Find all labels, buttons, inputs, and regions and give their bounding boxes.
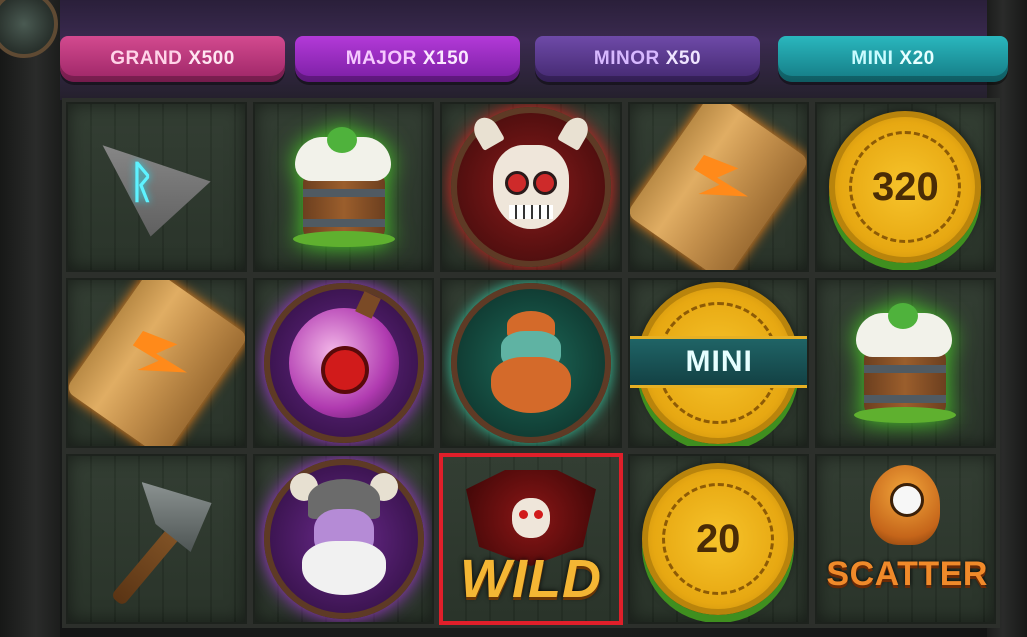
rune-stone-icon: ᚱ xyxy=(102,145,211,237)
reel-cell-r1c2[interactable] xyxy=(253,102,435,272)
jackpot-major-name: MAJOR xyxy=(345,48,417,69)
reel-cell-r2c1[interactable] xyxy=(66,278,248,448)
jackpot-minor: MINOR X50 xyxy=(535,36,760,82)
reel-cell-r3c5[interactable]: SCATTER xyxy=(814,454,996,624)
skull-warrior-icon xyxy=(450,107,611,267)
jackpot-minor-name: MINOR xyxy=(593,48,660,69)
wild-label: WILD xyxy=(460,549,602,609)
jackpot-major: MAJOR X150 xyxy=(295,36,520,82)
reel-cell-r3c2[interactable] xyxy=(253,454,435,624)
reel-cell-r3c1[interactable] xyxy=(66,454,248,624)
rune-glyph-icon: ᚱ xyxy=(128,158,155,207)
jackpot-mini: MINI X20 xyxy=(778,36,1008,82)
reel-cell-r1c1[interactable]: ᚱ xyxy=(66,102,248,272)
reel-cell-r1c3[interactable] xyxy=(440,102,622,272)
scatter-icon: SCATTER xyxy=(826,459,987,619)
reel-cell-r3c4[interactable]: 20 xyxy=(627,454,809,624)
coin-value: 320 xyxy=(872,164,939,209)
reel-cell-r3c3[interactable]: WILD xyxy=(440,454,622,624)
slot-game: GRAND X500 MAJOR X150 MINOR X50 MINI X20… xyxy=(0,0,1027,637)
ale-mug-icon xyxy=(289,127,399,247)
wild-icon: WILD xyxy=(456,464,606,614)
reel-cell-r2c4[interactable]: MINI xyxy=(627,278,809,448)
ale-mug-icon xyxy=(850,303,960,423)
axe-icon xyxy=(92,474,222,607)
jackpot-bar: GRAND X500 MAJOR X150 MINOR X50 MINI X20 xyxy=(60,36,1010,86)
jackpot-grand-name: GRAND xyxy=(110,48,183,69)
mini-coin-icon: MINI xyxy=(629,282,807,444)
reel-cell-r2c3[interactable] xyxy=(440,278,622,448)
jackpot-grand-multiplier: X500 xyxy=(188,48,235,69)
gold-coin-icon: 20 xyxy=(642,463,795,615)
mini-coin-label: MINI xyxy=(685,345,753,378)
reel-cell-r2c5[interactable] xyxy=(814,278,996,448)
jackpot-major-multiplier: X150 xyxy=(422,48,470,69)
coin-value: 20 xyxy=(695,516,741,561)
viking-zombie-icon xyxy=(263,459,424,619)
gold-coin-icon: 320 xyxy=(829,111,982,263)
jackpot-mini-name: MINI xyxy=(851,48,894,69)
reel-cell-r2c2[interactable] xyxy=(253,278,435,448)
jackpot-grand: GRAND X500 xyxy=(60,36,285,82)
eye-potion-icon xyxy=(263,283,424,443)
wooden-plank-icon xyxy=(68,280,246,446)
frame-post-left xyxy=(0,0,60,637)
scatter-label: SCATTER xyxy=(826,555,988,593)
jackpot-mini-multiplier: X20 xyxy=(899,48,935,69)
reel-cell-r1c4[interactable] xyxy=(627,102,809,272)
reel-cell-r1c5[interactable]: 320 xyxy=(814,102,996,272)
dwarf-icon xyxy=(450,283,611,443)
wooden-plank-icon xyxy=(629,104,807,270)
jackpot-minor-multiplier: X50 xyxy=(665,48,702,69)
mini-banner: MINI xyxy=(629,336,807,388)
reel-grid: ᚱ 320 MINI WILD 20 SCATTER xyxy=(62,98,1000,628)
